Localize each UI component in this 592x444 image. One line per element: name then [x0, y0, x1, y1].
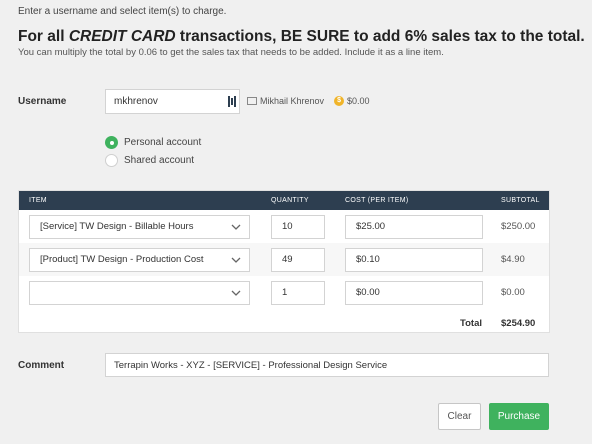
quantity-input[interactable]: 49 [271, 248, 325, 272]
id-card-icon[interactable] [228, 96, 236, 107]
radio-shared-account[interactable]: Shared account [105, 154, 194, 167]
item-select[interactable] [29, 281, 250, 305]
row-subtotal: $4.90 [501, 254, 525, 265]
username-label: Username [18, 96, 67, 107]
item-select-value: [Product] TW Design - Production Cost [40, 254, 204, 265]
row-subtotal: $0.00 [501, 287, 525, 298]
table-row: [Service] TW Design - Billable Hours 10 … [19, 210, 549, 243]
header-cost: COST (PER ITEM) [345, 197, 409, 204]
headline-suffix: transactions, BE SURE to add 6% sales ta… [175, 28, 585, 45]
radio-label-personal: Personal account [124, 137, 202, 148]
comment-input[interactable] [105, 353, 549, 377]
cost-input[interactable]: $0.00 [345, 281, 483, 305]
radio-label-shared: Shared account [124, 155, 195, 166]
item-select-value: [Service] TW Design - Billable Hours [40, 221, 194, 232]
total-label: Total [460, 318, 482, 329]
quantity-input[interactable]: 1 [271, 281, 325, 305]
row-subtotal: $250.00 [501, 221, 536, 232]
header-subtotal: SUBTOTAL [501, 197, 540, 204]
item-select[interactable]: [Service] TW Design - Billable Hours [29, 215, 250, 239]
headline-emphasis: CREDIT CARD [68, 28, 176, 45]
headline-prefix: For all [18, 28, 69, 45]
total-value: $254.90 [501, 318, 536, 329]
user-full-name: Mikhail Khrenov [260, 96, 325, 106]
username-input[interactable] [105, 89, 240, 114]
chevron-down-icon [231, 290, 241, 296]
chevron-down-icon [231, 257, 241, 263]
comment-label: Comment [18, 360, 65, 371]
user-card-icon [247, 97, 257, 105]
user-info: Mikhail Khrenov $ $0.00 [247, 96, 370, 106]
header-item: ITEM [29, 197, 47, 204]
table-header: ITEM QUANTITY COST (PER ITEM) SUBTOTAL [19, 191, 549, 210]
purchase-button[interactable]: Purchase [489, 403, 549, 430]
user-balance: $0.00 [347, 96, 370, 106]
instruction-text: Enter a username and select item(s) to c… [18, 6, 227, 17]
table-row: [Product] TW Design - Production Cost 49… [19, 243, 549, 276]
item-select[interactable]: [Product] TW Design - Production Cost [29, 248, 250, 272]
radio-button[interactable] [105, 154, 118, 167]
radio-button-checked[interactable] [105, 136, 118, 149]
chevron-down-icon [231, 224, 241, 230]
radio-personal-account[interactable]: Personal account [105, 136, 201, 149]
items-table: ITEM QUANTITY COST (PER ITEM) SUBTOTAL [… [18, 190, 550, 333]
clear-button[interactable]: Clear [438, 403, 481, 430]
cost-input[interactable]: $0.10 [345, 248, 483, 272]
page-headline: For all CREDIT CARD transactions, BE SUR… [18, 28, 585, 46]
quantity-input[interactable]: 10 [271, 215, 325, 239]
tax-note: You can multiply the total by 0.06 to ge… [18, 47, 444, 58]
dollar-coin-icon: $ [334, 96, 345, 106]
header-quantity: QUANTITY [271, 197, 309, 204]
table-row: 1 $0.00 $0.00 [19, 276, 549, 309]
cost-input[interactable]: $25.00 [345, 215, 483, 239]
